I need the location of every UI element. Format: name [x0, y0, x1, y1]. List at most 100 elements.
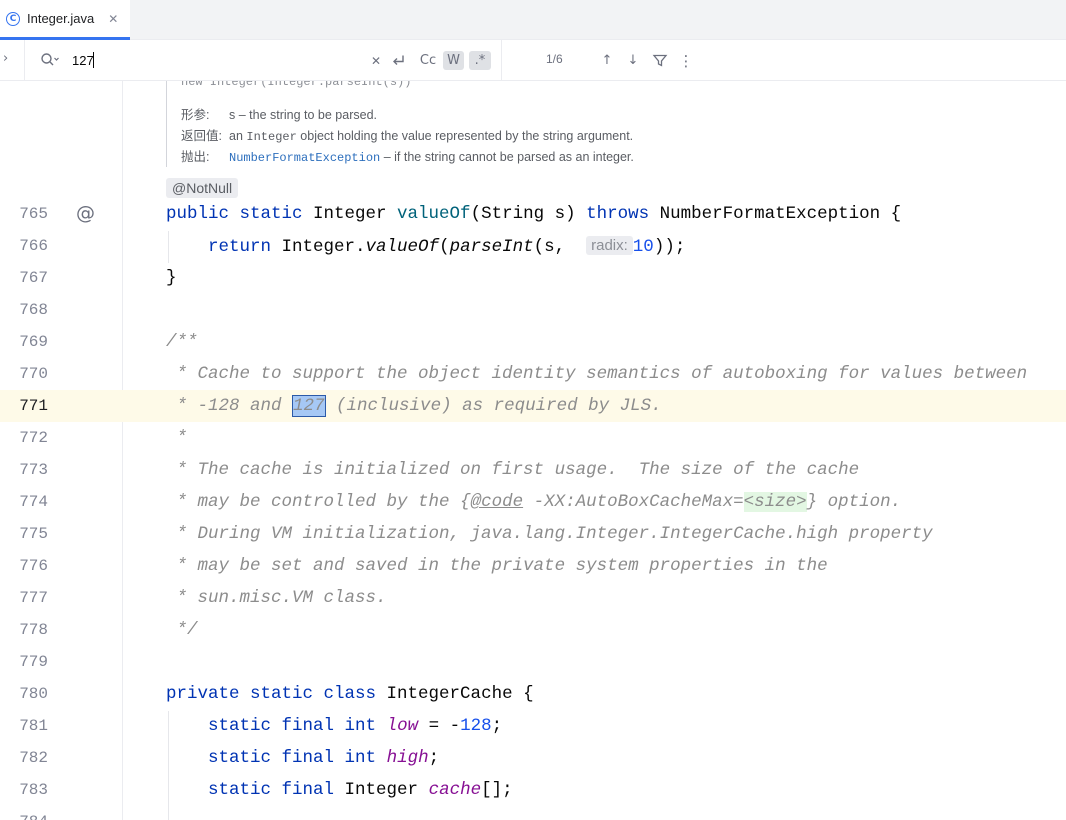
- javadoc-tag: @code: [470, 492, 524, 512]
- tab-integer-java[interactable]: C Integer.java ✕: [0, 0, 130, 40]
- code-line[interactable]: 769 /**: [0, 326, 1066, 358]
- html-tag: <size>: [743, 492, 807, 512]
- java-class-icon: C: [6, 11, 20, 26]
- notnull-annotation[interactable]: @NotNull: [166, 178, 239, 198]
- chevron-right-icon[interactable]: ›: [3, 51, 8, 66]
- throws-link[interactable]: NumberFormatException: [229, 151, 380, 165]
- divider: [24, 40, 25, 80]
- javadoc-returns: 返回值: an Integer object holding the value …: [181, 125, 633, 144]
- code-line[interactable]: 783 static final Integer cache[];: [0, 774, 1066, 806]
- code-editor[interactable]: new Integer(Integer.parseInt(s)) 形参: s – …: [0, 81, 1066, 820]
- keyword: static final: [208, 780, 335, 800]
- throws-desc: – if the string cannot be parsed as an i…: [380, 150, 634, 164]
- tab-label: Integer.java: [27, 11, 95, 26]
- code-line[interactable]: 780 private static class IntegerCache {: [0, 678, 1066, 710]
- code-line[interactable]: 772 *: [0, 422, 1066, 454]
- line-number: 765: [19, 205, 48, 223]
- code-line[interactable]: 784: [0, 806, 1066, 820]
- line-number: 768: [19, 301, 48, 319]
- code-line[interactable]: 781 static final int low = -128;: [0, 710, 1066, 742]
- code-line[interactable]: 765 @ public static Integer valueOf(Stri…: [0, 198, 1066, 230]
- arrow-up-icon[interactable]: ↑: [598, 51, 616, 70]
- code-line[interactable]: 778 */: [0, 614, 1066, 646]
- code-line[interactable]: 767 }: [0, 262, 1066, 294]
- close-icon[interactable]: ✕: [108, 12, 118, 26]
- code-line[interactable]: 775 * During VM initialization, java.lan…: [0, 518, 1066, 550]
- line-number: 783: [19, 781, 48, 799]
- line-number: 766: [19, 237, 48, 255]
- new-line-icon[interactable]: [389, 51, 407, 70]
- comment-text: *: [166, 428, 188, 448]
- arrow-down-icon[interactable]: ↓: [624, 51, 642, 70]
- text-caret: [93, 52, 94, 68]
- line-number: 775: [19, 525, 48, 543]
- search-history-icon[interactable]: [40, 52, 60, 68]
- rendered-javadoc: new Integer(Integer.parseInt(s)) 形参: s – …: [166, 81, 806, 167]
- code-text: [];: [481, 780, 513, 800]
- line-number: 767: [19, 269, 48, 287]
- line-number: 782: [19, 749, 48, 767]
- line-number: 770: [19, 365, 48, 383]
- search-input[interactable]: [72, 50, 362, 70]
- code-line[interactable]: 776 * may be set and saved in the privat…: [0, 550, 1066, 582]
- code-text: Integer: [302, 204, 398, 224]
- number-literal: 10: [632, 237, 654, 257]
- code-text: (: [439, 237, 450, 257]
- code-text: IntegerCache {: [376, 684, 534, 704]
- method-call: valueOf: [365, 237, 440, 257]
- overrides-at-icon[interactable]: @: [76, 202, 95, 224]
- method-name: valueOf: [397, 204, 471, 224]
- code-line[interactable]: 770 * Cache to support the object identi…: [0, 358, 1066, 390]
- code-text: ;: [428, 748, 440, 768]
- search-match-highlight[interactable]: 127: [292, 395, 326, 417]
- comment-text: (inclusive) as required by JLS.: [325, 396, 662, 416]
- returns-code: Integer: [246, 130, 297, 144]
- code-line-current[interactable]: 771 * -128 and 127 (inclusive) as requir…: [0, 390, 1066, 422]
- line-number: 777: [19, 589, 48, 607]
- comment-text: * Cache to support the object identity s…: [166, 364, 1028, 384]
- more-options-icon[interactable]: ⋮: [677, 51, 695, 70]
- javadoc-throws: 抛出: NumberFormatException – if the string…: [181, 146, 634, 165]
- code-line[interactable]: 768: [0, 294, 1066, 326]
- divider: [501, 40, 502, 80]
- clear-search-icon[interactable]: ✕: [368, 51, 384, 70]
- line-number: 771: [19, 397, 48, 415]
- comment-text: * During VM initialization, java.lang.In…: [166, 524, 933, 544]
- code-text: (String s): [470, 204, 587, 224]
- comment-text: -XX:AutoBoxCacheMax=: [523, 492, 744, 512]
- code-text: ;: [491, 716, 503, 736]
- keyword: public static: [166, 204, 303, 224]
- filter-icon[interactable]: [651, 51, 669, 70]
- javadoc-params: 形参: s – the string to be parsed.: [181, 104, 377, 123]
- match-count: 1/6: [546, 52, 563, 66]
- field-name: cache: [428, 780, 482, 800]
- returns-pre: an: [229, 129, 247, 143]
- code-line[interactable]: 779: [0, 646, 1066, 678]
- words-toggle[interactable]: W: [443, 51, 464, 70]
- code-text: = -: [418, 716, 461, 736]
- line-number: 780: [19, 685, 48, 703]
- match-case-toggle[interactable]: Cc: [417, 51, 439, 70]
- line-number: 778: [19, 621, 48, 639]
- line-number: 776: [19, 557, 48, 575]
- method-call: parseInt: [449, 237, 534, 257]
- comment-text: /**: [166, 332, 198, 352]
- code-line[interactable]: 766 return Integer.valueOf(parseInt(s, r…: [0, 230, 1066, 262]
- comment-text: } option.: [806, 492, 902, 512]
- returns-label: 返回值:: [181, 129, 222, 143]
- code-text: Integer: [334, 780, 429, 800]
- javadoc-cut-line: new Integer(Integer.parseInt(s)): [181, 81, 412, 89]
- keyword: static final int: [208, 748, 377, 768]
- line-number: 779: [19, 653, 48, 671]
- params-label: 形参:: [181, 108, 210, 122]
- regex-toggle[interactable]: .*: [469, 51, 491, 70]
- line-number: 772: [19, 429, 48, 447]
- code-line[interactable]: 782 static final int high;: [0, 742, 1066, 774]
- line-number: 769: [19, 333, 48, 351]
- code-line[interactable]: 774 * may be controlled by the {@code -X…: [0, 486, 1066, 518]
- code-line[interactable]: 773 * The cache is initialized on first …: [0, 454, 1066, 486]
- code-text: (s,: [533, 237, 587, 257]
- keyword: return: [208, 237, 272, 257]
- code-line[interactable]: 777 * sun.misc.VM class.: [0, 582, 1066, 614]
